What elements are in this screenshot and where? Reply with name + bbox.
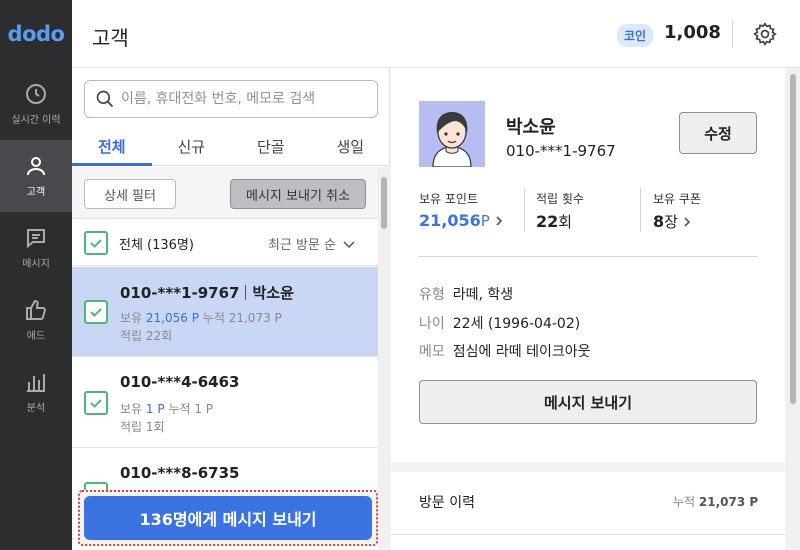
stat-divider	[524, 188, 525, 232]
search-icon	[96, 90, 114, 108]
row-phone: 010-***4-6463	[120, 373, 240, 391]
search-input[interactable]	[121, 91, 371, 107]
row-checkbox[interactable]	[84, 391, 108, 415]
stat-coupons[interactable]: 보유 쿠폰 8장	[653, 190, 701, 234]
row-points: 보유 21,056 P 누적 21,073 P	[120, 311, 282, 325]
visit-history-section[interactable]: 방문 이력 누적 21,073 P	[391, 472, 785, 550]
clock-icon	[26, 84, 46, 104]
check-icon	[90, 308, 102, 317]
coin-badge: 코인	[617, 24, 654, 47]
nav-label: 분석	[26, 403, 46, 414]
row-checkbox[interactable]	[84, 300, 108, 324]
search-box[interactable]	[84, 80, 378, 118]
gear-icon[interactable]	[752, 21, 778, 47]
filter-bar: 상세 필터 메시지 보내기 취소	[72, 167, 378, 219]
customer-tabs: 전체 신규 단골 생일	[72, 130, 390, 166]
nav-item-messages[interactable]: 메시지	[0, 212, 72, 284]
sidebar: dodo 실시간 이력 고객 메시지 애드 분석	[0, 0, 72, 550]
info-type: 유형 라떼, 학생	[419, 287, 514, 303]
tab-regular[interactable]: 단골	[231, 130, 311, 165]
info-memo: 메모 점심에 라떼 테이크아웃	[419, 344, 591, 360]
visit-history-title: 방문 이력	[419, 495, 475, 511]
send-message-button[interactable]: 메시지 보내기	[419, 380, 757, 424]
row-phone: 010-***8-6735	[120, 464, 240, 482]
info-age: 나이 22세 (1996-04-02)	[419, 316, 581, 332]
edit-button[interactable]: 수정	[679, 112, 757, 154]
customer-list-panel: 전체 신규 단골 생일 상세 필터 메시지 보내기 취소 전체 (136명) 최…	[72, 68, 390, 550]
nav-item-realtime-history[interactable]: 실시간 이력	[0, 68, 72, 140]
send-message-highlight: 136명에게 메시지 보내기	[78, 490, 378, 546]
chevron-down-icon	[343, 240, 355, 248]
visit-total: 누적 21,073 P	[673, 495, 759, 509]
nav-label: 실시간 이력	[11, 115, 61, 126]
cancel-message-button[interactable]: 메시지 보내기 취소	[230, 179, 366, 209]
select-all-checkbox[interactable]	[84, 231, 108, 255]
stat-visit-count: 적립 횟수 22 회	[536, 192, 584, 231]
check-icon	[90, 239, 102, 248]
stat-divider	[640, 188, 641, 232]
check-icon	[90, 399, 102, 408]
message-icon	[27, 229, 45, 249]
chevron-right-icon	[684, 216, 691, 227]
nav-item-analytics[interactable]: 분석	[0, 356, 72, 428]
scrollbar-thumb[interactable]	[381, 177, 387, 229]
tab-birthday[interactable]: 생일	[311, 130, 391, 165]
customer-name: 박소윤	[506, 117, 556, 138]
avatar	[419, 101, 485, 167]
select-all-label: 전체 (136명)	[119, 238, 194, 253]
nav-label: 고객	[26, 187, 46, 198]
detail-scrollbar[interactable]	[786, 68, 800, 550]
header: 고객 코인 1,008	[72, 0, 800, 68]
customer-phone: 010-***1-9767	[506, 142, 616, 160]
stat-points[interactable]: 보유 포인트 21,056 P	[419, 190, 504, 234]
person-icon	[27, 157, 45, 176]
list-scrollbar[interactable]	[378, 167, 390, 550]
row-customer-name: 박소윤	[252, 284, 294, 302]
row-phone: 010-***1-9767 박소윤	[120, 284, 294, 302]
chevron-right-icon	[496, 215, 502, 226]
section-divider	[391, 534, 785, 535]
sort-label: 최근 방문 순	[268, 238, 337, 253]
nav-label: 메시지	[22, 259, 50, 270]
nav-label: 애드	[26, 331, 46, 342]
send-message-all-button[interactable]: 136명에게 메시지 보내기	[84, 496, 372, 540]
select-all-row: 전체 (136명) 최근 방문 순	[72, 220, 378, 266]
page-title: 고객	[92, 26, 129, 50]
row-points: 보유 1 P 누적 1 P	[120, 402, 214, 416]
app-logo[interactable]: dodo	[0, 0, 72, 68]
nav-item-ad[interactable]: 애드	[0, 284, 72, 356]
row-visit-count: 적립 1회	[120, 420, 165, 434]
sort-dropdown[interactable]: 최근 방문 순	[268, 234, 356, 253]
row-visit-count: 적립 22회	[120, 329, 173, 343]
tab-all[interactable]: 전체	[72, 130, 152, 166]
detail-divider	[419, 256, 757, 257]
nav-item-customers[interactable]: 고객	[0, 140, 72, 212]
header-divider	[732, 20, 733, 48]
customer-detail-panel: 박소윤 010-***1-9767 수정 보유 포인트 21,056 P 적립 횟…	[391, 68, 785, 462]
scrollbar-thumb[interactable]	[790, 74, 796, 404]
coin-balance: 1,008	[664, 22, 721, 43]
customer-row[interactable]: 010-***1-9767 박소윤 보유 21,056 P 누적 21,073 P…	[72, 267, 378, 357]
detail-filter-button[interactable]: 상세 필터	[84, 179, 176, 209]
thumbs-up-icon	[26, 299, 47, 320]
tab-new[interactable]: 신규	[152, 130, 232, 165]
customer-row[interactable]: 010-***4-6463 보유 1 P 누적 1 P 적립 1회	[72, 358, 378, 448]
bar-chart-icon	[27, 374, 45, 392]
